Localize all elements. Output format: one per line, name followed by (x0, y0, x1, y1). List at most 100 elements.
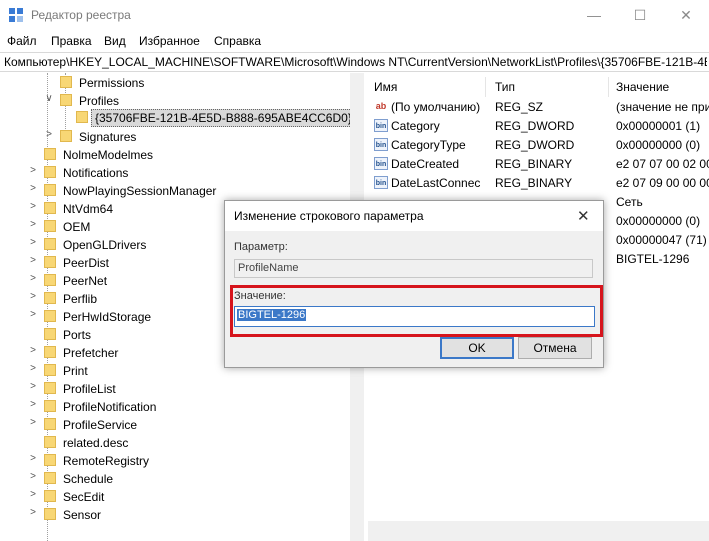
value-type: REG_BINARY (495, 157, 573, 171)
chevron-right-icon[interactable]: > (28, 471, 38, 482)
chevron-right-icon[interactable]: > (28, 417, 38, 428)
tree-guide-line (47, 73, 48, 541)
chevron-right-icon[interactable]: > (28, 489, 38, 500)
chevron-right-icon[interactable]: > (28, 219, 38, 230)
column-separator[interactable] (485, 77, 486, 97)
folder-icon (44, 166, 56, 178)
folder-icon (44, 328, 56, 340)
value-name: DateLastConnec (391, 176, 481, 190)
folder-icon (44, 310, 56, 322)
value-type: REG_DWORD (495, 119, 575, 133)
value-data: BIGTEL-1296 (616, 252, 690, 266)
chevron-right-icon[interactable]: > (28, 237, 38, 248)
ok-button[interactable]: OK (440, 337, 514, 359)
column-value[interactable]: Значение (616, 80, 669, 94)
chevron-right-icon[interactable]: > (28, 291, 38, 302)
string-value-icon: ab (375, 101, 387, 111)
tree-item-label: Notifications (63, 166, 129, 180)
folder-icon (44, 346, 56, 358)
column-separator[interactable] (608, 77, 609, 97)
chevron-right-icon[interactable]: > (28, 183, 38, 194)
folder-icon (44, 202, 56, 214)
chevron-right-icon[interactable]: > (28, 309, 38, 320)
value-data: e2 07 09 00 00 00 0 (616, 176, 709, 190)
folder-icon (44, 472, 56, 484)
chevron-right-icon[interactable]: > (28, 345, 38, 356)
value-data: 0x00000000 (0) (616, 214, 701, 228)
maximize-button[interactable]: ☐ (617, 0, 663, 30)
column-name[interactable]: Имя (374, 80, 397, 94)
chevron-right-icon[interactable]: > (28, 273, 38, 284)
binary-value-icon: bin (374, 119, 388, 132)
tree-item-label: NtVdm64 (63, 202, 114, 216)
tree-item-label: PeerDist (63, 256, 110, 270)
list-row-category[interactable]: bin Category REG_DWORD 0x00000001 (1) (368, 116, 709, 135)
chevron-down-icon[interactable]: ∨ (44, 93, 54, 104)
tree-item-label: Ports (63, 328, 92, 342)
chevron-right-icon[interactable]: > (28, 453, 38, 464)
folder-icon (44, 490, 56, 502)
folder-icon (44, 400, 56, 412)
edit-string-dialog: Изменение строкового параметра ✕ Парамет… (224, 200, 604, 368)
folder-icon (44, 436, 56, 448)
chevron-right-icon[interactable]: > (28, 381, 38, 392)
tree-item-label: Schedule (63, 472, 114, 486)
param-name-field: ProfileName (234, 259, 593, 278)
list-row-datelastconnected[interactable]: bin DateLastConnec REG_BINARY e2 07 09 0… (368, 173, 709, 192)
chevron-right-icon[interactable]: > (28, 507, 38, 518)
address-path[interactable]: Компьютер\HKEY_LOCAL_MACHINE\SOFTWARE\Mi… (4, 55, 707, 69)
chevron-right-icon[interactable]: > (28, 399, 38, 410)
folder-open-icon (60, 94, 72, 106)
value-name: Category (391, 119, 440, 133)
values-scrollbar[interactable] (368, 521, 709, 541)
tree-item-label: Prefetcher (63, 346, 119, 360)
menu-view[interactable]: Вид (104, 34, 126, 48)
chevron-right-icon[interactable]: > (44, 129, 54, 140)
tree-item-label: Print (63, 364, 88, 378)
menu-favorites[interactable]: Избранное (139, 34, 200, 48)
list-row-default[interactable]: ab (По умолчанию) REG_SZ (значение не пр… (368, 97, 709, 116)
menu-file[interactable]: Файл (7, 34, 37, 48)
value-input[interactable]: BIGTEL-1296 (234, 306, 595, 327)
chevron-right-icon[interactable]: > (28, 255, 38, 266)
dialog-title-bar: Изменение строкового параметра ✕ (225, 201, 603, 231)
tree-item-label: NolmeModelmes (63, 148, 154, 162)
folder-icon (44, 238, 56, 250)
folder-icon (44, 508, 56, 520)
value-type: REG_BINARY (495, 176, 573, 190)
menu-help[interactable]: Справка (214, 34, 261, 48)
tree-item-label: Permissions (79, 76, 145, 90)
chevron-right-icon[interactable]: > (28, 363, 38, 374)
value-type: REG_DWORD (495, 138, 575, 152)
dialog-close-button[interactable]: ✕ (577, 207, 590, 225)
value-name: (По умолчанию) (391, 100, 481, 114)
tree-item-label: RemoteRegistry (63, 454, 150, 468)
folder-icon (44, 382, 56, 394)
minimize-button[interactable]: — (571, 0, 617, 30)
folder-icon (44, 256, 56, 268)
list-row-datecreated[interactable]: bin DateCreated REG_BINARY e2 07 07 00 0… (368, 154, 709, 173)
folder-icon (44, 220, 56, 232)
tree-item-label: Signatures (79, 130, 137, 144)
folder-icon (44, 184, 56, 196)
list-row-categorytype[interactable]: bin CategoryType REG_DWORD 0x00000000 (0… (368, 135, 709, 154)
tree-item-label: OpenGLDrivers (63, 238, 147, 252)
tree-item-label: related.desc (63, 436, 129, 450)
chevron-right-icon[interactable]: > (28, 165, 38, 176)
chevron-right-icon[interactable]: > (28, 201, 38, 212)
address-bar[interactable]: Компьютер\HKEY_LOCAL_MACHINE\SOFTWARE\Mi… (0, 52, 709, 72)
folder-icon (44, 418, 56, 430)
registry-app-icon (9, 8, 23, 22)
menu-edit[interactable]: Правка (51, 34, 92, 48)
menu-bar: Файл Правка Вид Избранное Справка (0, 31, 709, 51)
cancel-button[interactable]: Отмена (518, 337, 592, 359)
folder-icon (60, 76, 72, 88)
close-window-button[interactable]: ✕ (663, 0, 709, 30)
value-type: REG_SZ (495, 100, 544, 114)
column-type[interactable]: Тип (495, 80, 515, 94)
value-name: CategoryType (391, 138, 466, 152)
binary-value-icon: bin (374, 176, 388, 189)
tree-item-label: Profiles (79, 94, 120, 108)
dialog-title: Изменение строкового параметра (234, 209, 424, 223)
param-label: Параметр: (234, 241, 288, 253)
